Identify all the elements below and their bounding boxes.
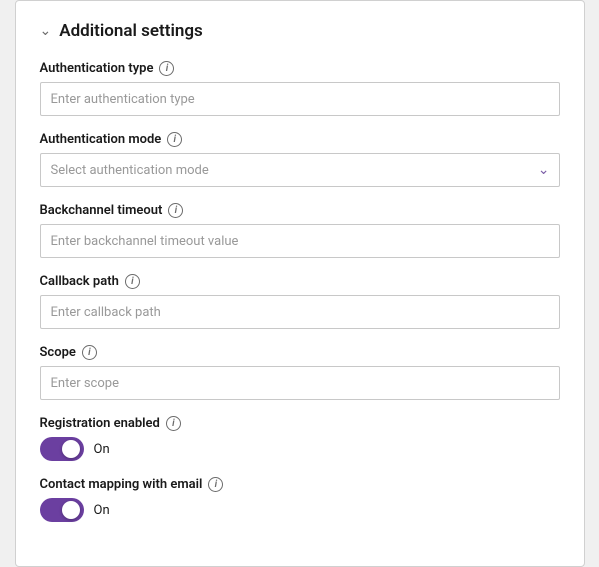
backchannel-timeout-group: Backchannel timeout i <box>40 203 560 258</box>
contact-mapping-label: Contact mapping with email i <box>40 477 560 492</box>
callback-path-input[interactable] <box>40 295 560 329</box>
scope-label: Scope i <box>40 345 560 360</box>
callback-path-label: Callback path i <box>40 274 560 289</box>
authentication-type-input[interactable] <box>40 82 560 116</box>
backchannel-timeout-info-icon[interactable]: i <box>168 203 183 218</box>
registration-enabled-info-icon[interactable]: i <box>166 416 181 431</box>
additional-settings-card: ⌄ Additional settings Authentication typ… <box>15 0 585 567</box>
authentication-mode-select[interactable]: Select authentication mode <box>40 153 560 187</box>
backchannel-timeout-label: Backchannel timeout i <box>40 203 560 218</box>
section-title: Additional settings <box>59 21 203 41</box>
contact-mapping-toggle-row: On <box>40 498 560 522</box>
contact-mapping-group: Contact mapping with email i On <box>40 477 560 522</box>
contact-mapping-toggle-label: On <box>94 503 110 518</box>
section-header: ⌄ Additional settings <box>40 21 560 41</box>
authentication-type-label: Authentication type i <box>40 61 560 76</box>
callback-path-info-icon[interactable]: i <box>125 274 140 289</box>
authentication-type-group: Authentication type i <box>40 61 560 116</box>
collapse-chevron-icon[interactable]: ⌄ <box>40 23 52 39</box>
authentication-mode-info-icon[interactable]: i <box>167 132 182 147</box>
registration-enabled-toggle-row: On <box>40 437 560 461</box>
authentication-mode-label: Authentication mode i <box>40 132 560 147</box>
scope-input[interactable] <box>40 366 560 400</box>
scope-group: Scope i <box>40 345 560 400</box>
callback-path-group: Callback path i <box>40 274 560 329</box>
registration-enabled-label: Registration enabled i <box>40 416 560 431</box>
scope-info-icon[interactable]: i <box>82 345 97 360</box>
registration-enabled-group: Registration enabled i On <box>40 416 560 461</box>
backchannel-timeout-input[interactable] <box>40 224 560 258</box>
authentication-mode-group: Authentication mode i Select authenticat… <box>40 132 560 187</box>
contact-mapping-info-icon[interactable]: i <box>208 477 223 492</box>
registration-enabled-toggle[interactable] <box>40 437 84 461</box>
authentication-mode-select-wrapper: Select authentication mode ⌄ <box>40 153 560 187</box>
registration-enabled-toggle-label: On <box>94 442 110 457</box>
authentication-type-info-icon[interactable]: i <box>159 61 174 76</box>
contact-mapping-toggle[interactable] <box>40 498 84 522</box>
